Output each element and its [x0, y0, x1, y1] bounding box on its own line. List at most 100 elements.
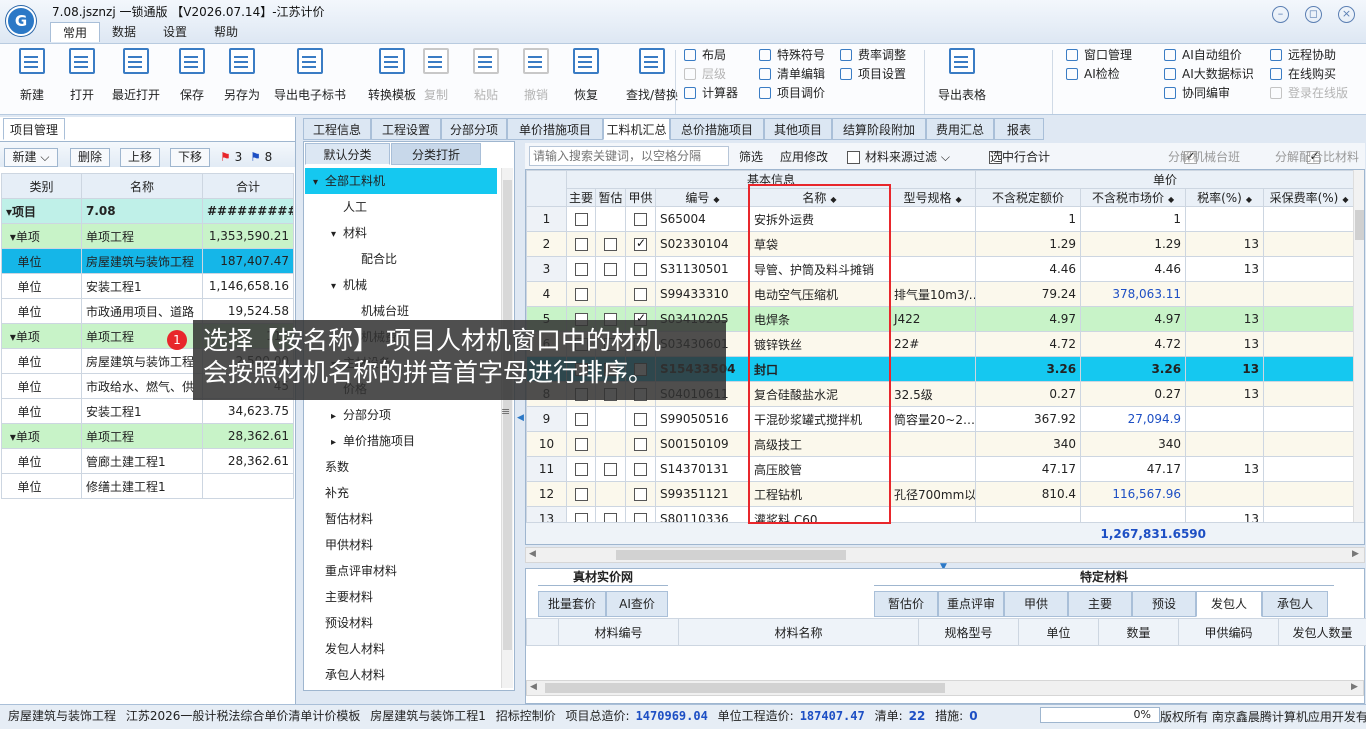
bottom-col-header-0[interactable]: 材料编号 — [558, 618, 679, 646]
tree-expander-icon[interactable]: ▾ — [331, 222, 343, 248]
tab-batch-price[interactable]: 批量套价 — [538, 591, 606, 617]
bottom-col-header-1[interactable]: 材料名称 — [678, 618, 919, 646]
project-row[interactable]: ▾项目7.08########### — [1, 198, 294, 224]
bottom-col-header-6[interactable]: 发包人数量 — [1278, 618, 1366, 646]
grid-horizontal-scrollbar[interactable]: ◀ ▶ — [525, 547, 1365, 563]
owner-supplied[interactable] — [625, 431, 656, 457]
ribbon-small-g5-2[interactable]: 协同编审 — [1164, 84, 1254, 103]
ribbon-small-g2-2[interactable]: 项目调价 — [759, 84, 825, 103]
grid-vertical-scrollbar[interactable] — [1353, 170, 1364, 522]
grid-col-header-2[interactable]: 甲供 — [625, 188, 656, 207]
project-row[interactable]: 单位 管廊土建工程1 28,362.61 — [1, 448, 294, 474]
move-down-button[interactable]: 下移 — [170, 148, 210, 167]
menu-tab-help[interactable]: 帮助 — [202, 22, 250, 42]
provisional-checkbox[interactable] — [604, 263, 617, 276]
special-tab-6[interactable]: 承包人 — [1262, 591, 1328, 617]
owner-supplied[interactable] — [625, 231, 656, 257]
main-material-checkbox[interactable] — [574, 438, 588, 451]
provisional[interactable] — [595, 456, 626, 482]
search-input[interactable] — [529, 146, 729, 166]
grid-row[interactable]: 3 S31130501 导管、护筒及料斗摊销 4.46 4.46 13 — [526, 256, 1356, 282]
category-tree-item[interactable]: ▾ 机械 — [305, 272, 497, 298]
category-tree-item[interactable]: 预设材料 — [305, 610, 497, 636]
owner-supplied-checkbox[interactable] — [634, 488, 647, 501]
ribbon-small-g1-2[interactable]: 计算器 — [684, 84, 738, 103]
category-tree-item[interactable]: 补充 — [305, 480, 497, 506]
main-material[interactable] — [566, 256, 596, 282]
red-flag-icon[interactable]: ⚑ — [220, 150, 231, 164]
special-tab-5[interactable]: 发包人 — [1196, 591, 1262, 617]
ribbon-button-0[interactable]: 新建 — [4, 48, 60, 103]
source-filter-label[interactable]: 材料来源过滤 ⌵ — [865, 148, 950, 165]
owner-supplied-checkbox[interactable] — [634, 213, 647, 226]
grid-col-header-7[interactable]: 不含税市场价 ◆ — [1080, 188, 1187, 207]
ribbon-small-g6-1[interactable]: 在线购买 — [1270, 65, 1348, 84]
ribbon-button-5[interactable]: 导出电子标书 — [272, 48, 348, 103]
sort-icon[interactable]: ◆ — [955, 195, 961, 204]
category-tree-item[interactable]: ▸ 分部分项 — [305, 402, 497, 428]
grid-row[interactable]: 2S02330104草袋1.291.2913 — [526, 231, 1356, 257]
owner-supplied-checkbox[interactable] — [634, 263, 647, 276]
category-tree-item[interactable]: 暂估材料 — [305, 506, 497, 532]
grid-col-header-5[interactable]: 型号规格 ◆ — [888, 188, 977, 207]
col-header-type[interactable]: 类别 — [1, 173, 82, 199]
ribbon-small-g5-0[interactable]: AI自动组价 — [1164, 46, 1254, 65]
category-tree-item[interactable]: ▾ 材料 — [305, 220, 497, 246]
scroll-right-icon[interactable]: ▶ — [1351, 682, 1358, 692]
main-tab-1[interactable]: 工程设置 — [371, 118, 441, 140]
main-material[interactable] — [566, 206, 596, 232]
main-tab-8[interactable]: 费用汇总 — [926, 118, 994, 140]
grid-col-header-3[interactable]: 编号 ◆ — [655, 188, 750, 207]
ribbon-small-g1-0[interactable]: 布局 — [684, 46, 738, 65]
tree-expander-icon[interactable]: ▸ — [331, 404, 343, 430]
main-tab-7[interactable]: 结算阶段附加 — [832, 118, 926, 140]
main-material[interactable] — [566, 231, 596, 257]
scroll-left-icon[interactable]: ◀ — [530, 682, 537, 692]
category-tree-item[interactable]: ▸ 单价措施项目 — [305, 428, 497, 454]
special-tab-1[interactable]: 重点评审 — [938, 591, 1004, 617]
ribbon-button-9[interactable]: 撤销 — [508, 48, 564, 103]
bottom-col-header-2[interactable]: 规格型号 — [918, 618, 1019, 646]
owner-supplied[interactable] — [625, 281, 656, 307]
minimize-icon[interactable]: – — [1272, 6, 1289, 23]
main-material[interactable] — [566, 456, 596, 482]
ribbon-button-11[interactable]: 查找/替换 — [614, 48, 690, 103]
sort-icon[interactable]: ◆ — [713, 195, 719, 204]
main-material-checkbox[interactable] — [574, 263, 588, 276]
ribbon-button-2[interactable]: 最近打开 — [108, 48, 164, 103]
special-tab-3[interactable]: 主要 — [1068, 591, 1132, 617]
tab-category-discount[interactable]: 分类打折 — [391, 143, 481, 165]
project-row[interactable]: 单位 安装工程1 1,146,658.16 — [1, 273, 294, 299]
grid-col-header-1[interactable]: 暂估 — [595, 188, 626, 207]
main-tab-6[interactable]: 其他项目 — [764, 118, 832, 140]
main-tab-4[interactable]: 工料机汇总 — [603, 118, 670, 140]
owner-supplied[interactable] — [625, 456, 656, 482]
menu-tab-settings[interactable]: 设置 — [151, 22, 199, 42]
provisional[interactable] — [595, 256, 626, 282]
close-icon[interactable]: × — [1338, 6, 1355, 23]
ribbon-button-4[interactable]: 另存为 — [214, 48, 270, 103]
main-material[interactable] — [566, 481, 596, 507]
category-tree-item[interactable]: 发包人材料 — [305, 636, 497, 662]
project-row[interactable]: 单位 修缮土建工程1 — [1, 473, 294, 499]
delete-button[interactable]: 删除 — [70, 148, 110, 167]
filter-button[interactable]: 筛选 — [739, 148, 763, 165]
grid-row[interactable]: 4 S99433310 电动空气压缩机 排气量10m3/… 79.24 378,063.1… — [526, 281, 1356, 307]
main-material-checkbox[interactable] — [574, 213, 588, 226]
main-tab-3[interactable]: 单价措施项目 — [507, 118, 603, 140]
grid-row[interactable]: 12S99351121工程钻机孔径700mm以内810.4116,567.96 — [526, 481, 1356, 507]
tree-expander-icon[interactable]: ▸ — [331, 430, 343, 456]
grid-row[interactable]: 11 S14370131 高压胶管 47.17 47.17 13 — [526, 456, 1356, 482]
scroll-right-icon[interactable]: ▶ — [1352, 549, 1359, 559]
owner-supplied[interactable] — [625, 406, 656, 432]
main-material-checkbox[interactable] — [574, 488, 588, 501]
bottom-col-header-3[interactable]: 单位 — [1018, 618, 1099, 646]
app-logo[interactable]: G — [6, 6, 36, 36]
category-tree-item[interactable]: ▾ 全部工料机 — [305, 168, 497, 194]
category-tree-item[interactable]: 人工 — [305, 194, 497, 220]
ribbon-small-g3-1[interactable]: 项目设置 — [840, 65, 906, 84]
ribbon-button-3[interactable]: 保存 — [164, 48, 220, 103]
ribbon-button-7[interactable]: 复制 — [408, 48, 464, 103]
owner-supplied-checkbox[interactable] — [634, 438, 647, 451]
ribbon-small-g6-0[interactable]: 远程协助 — [1270, 46, 1348, 65]
